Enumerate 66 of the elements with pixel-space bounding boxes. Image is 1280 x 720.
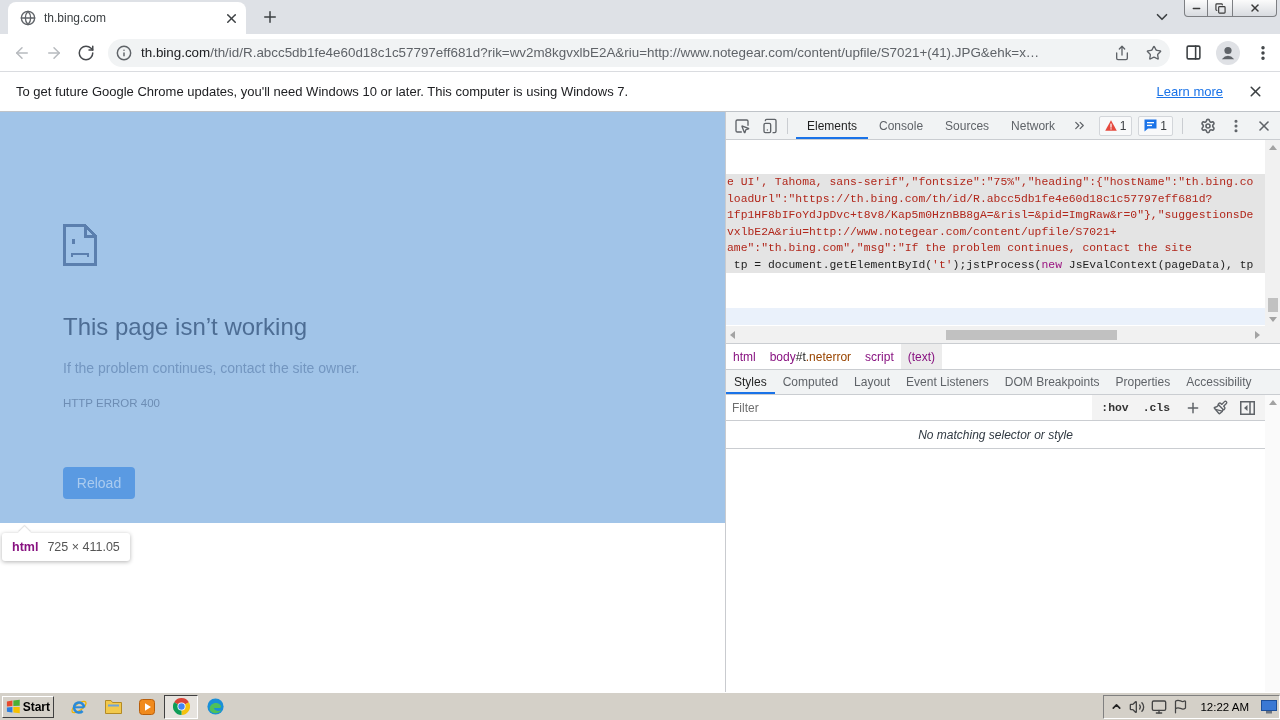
star-icon[interactable] — [1146, 44, 1162, 61]
folder-icon — [104, 699, 122, 714]
sidebar-tab[interactable]: Accessibility — [1178, 370, 1260, 394]
new-tab-icon[interactable] — [261, 8, 279, 26]
devices-icon[interactable] — [762, 117, 778, 134]
profile-icon[interactable] — [1216, 40, 1240, 65]
breadcrumb[interactable]: html — [726, 344, 763, 369]
breadcrumb[interactable]: script — [858, 344, 901, 369]
sidebar-tab[interactable]: Computed — [774, 370, 847, 394]
reload-icon[interactable] — [77, 43, 95, 62]
filter-field[interactable]: Filter — [726, 395, 1093, 420]
panel-toggle-icon[interactable] — [1240, 400, 1255, 415]
messages-button[interactable]: 1 — [1138, 115, 1173, 136]
side-panel-icon[interactable] — [1185, 44, 1202, 61]
inspect-icon[interactable] — [734, 117, 750, 134]
chrome-icon — [172, 698, 190, 715]
browser-tab[interactable]: th.bing.com — [8, 2, 246, 34]
breadcrumb[interactable]: (text) — [900, 344, 943, 369]
sidebar-tab[interactable]: Layout — [846, 370, 899, 394]
clock[interactable]: 12:22 AM — [1200, 700, 1249, 713]
close-window-button[interactable] — [1232, 0, 1277, 17]
infobar-message: To get future Google Chrome updates, you'll need Windows 10 or later. This computer is using Windows 7. — [16, 84, 630, 99]
scrollbar-thumb[interactable] — [1267, 298, 1278, 312]
flag-icon[interactable] — [1173, 699, 1189, 714]
toggle-button[interactable]: .cls — [1137, 397, 1175, 418]
horizontal-scrollbar[interactable] — [726, 326, 1280, 343]
tooltip-tag: html — [12, 540, 39, 554]
edge-icon — [206, 698, 224, 715]
warnings-button[interactable]: 1 — [1098, 115, 1133, 136]
vertical-scrollbar[interactable] — [1265, 395, 1280, 692]
close-icon — [1248, 2, 1261, 14]
message-icon — [1144, 119, 1158, 132]
windows-flag-icon — [6, 699, 21, 714]
info-icon[interactable] — [116, 44, 132, 61]
devtools-tab[interactable]: Network — [1000, 112, 1067, 139]
show-desktop-icon[interactable] — [1261, 699, 1277, 714]
media-player-icon — [139, 698, 155, 715]
devtools-tab[interactable]: Sources — [934, 112, 1001, 139]
toggle-button[interactable]: :hov — [1096, 397, 1134, 418]
tooltip-size: 725 × 411.05 — [47, 540, 120, 554]
sidebar-tab[interactable]: Event Listeners — [898, 370, 997, 394]
devtools-tab[interactable]: Elements — [796, 112, 869, 139]
paintbrush-icon[interactable] — [1213, 400, 1228, 415]
start-button[interactable]: Start — [2, 695, 54, 718]
share-icon[interactable] — [1114, 44, 1130, 61]
sidebar-tab[interactable]: DOM Breakpoints — [996, 370, 1108, 394]
restore-button[interactable] — [1207, 0, 1233, 17]
vertical-scrollbar[interactable] — [1265, 140, 1280, 326]
settings-icon[interactable] — [1200, 117, 1216, 134]
restore-icon — [1214, 2, 1226, 14]
learn-more-link[interactable]: Learn more — [1156, 84, 1223, 99]
minimize-button[interactable] — [1184, 0, 1208, 17]
monitor-icon[interactable] — [1151, 698, 1168, 715]
devtools-tab[interactable]: Console — [868, 112, 935, 139]
error-title: This page isn’t working — [63, 312, 308, 342]
breadcrumb[interactable]: body#t.neterror — [762, 344, 859, 369]
scrollbar-thumb[interactable] — [946, 329, 1117, 340]
warning-icon — [1104, 120, 1117, 131]
url-text[interactable]: th.bing.com/th/id/R.abcc5db1fe4e60d18c1c57797eff681d?rik=wv2m8kgvxlbE2A&riu=http://www.notegear.com/content/upfile/S7021+(41).JPG&ehk=x… — [141, 45, 1098, 60]
empty-styles-message: No matching selector or style — [726, 421, 1265, 449]
address-bar[interactable]: th.bing.com/th/id/R.abcc5db1fe4e60d18c1c57797eff681d?rik=wv2m8kgvxlbE2A&riu=http://www.notegear.com/content/upfile/S7021+(41).JPG&ehk=x… — [108, 38, 1170, 67]
sidebar-tab[interactable]: Properties — [1107, 370, 1179, 394]
sad-document-icon — [63, 224, 97, 266]
volume-icon[interactable] — [1129, 698, 1146, 715]
globe-icon — [20, 10, 36, 26]
taskbar-app-button[interactable] — [164, 694, 198, 719]
